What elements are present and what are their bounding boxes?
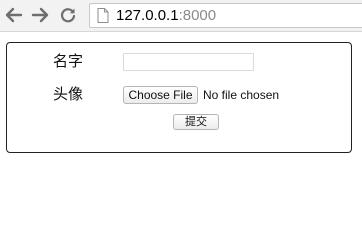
file-status-text: No file chosen [203, 88, 280, 102]
forward-button[interactable] [29, 4, 51, 26]
forward-arrow-icon [31, 7, 49, 23]
name-label: 名字 [53, 53, 84, 70]
page-icon [97, 8, 109, 23]
url-text[interactable]: 127.0.0.1:8000 [116, 7, 216, 25]
choose-file-button[interactable]: Choose File [123, 86, 198, 104]
reload-button[interactable] [57, 4, 79, 26]
submit-button[interactable]: 提交 [173, 114, 219, 130]
url-port: :8000 [178, 7, 217, 24]
reload-icon [60, 8, 76, 23]
browser-toolbar: 127.0.0.1:8000 [0, 0, 362, 32]
avatar-label: 头像 [53, 86, 84, 103]
url-host: 127.0.0.1 [116, 7, 179, 24]
upload-form: 名字 头像 Choose File No file chosen 提交 [6, 42, 352, 153]
back-button[interactable] [3, 4, 25, 26]
name-input[interactable] [123, 53, 254, 71]
back-arrow-icon [5, 7, 23, 23]
address-bar[interactable]: 127.0.0.1:8000 [89, 3, 362, 28]
